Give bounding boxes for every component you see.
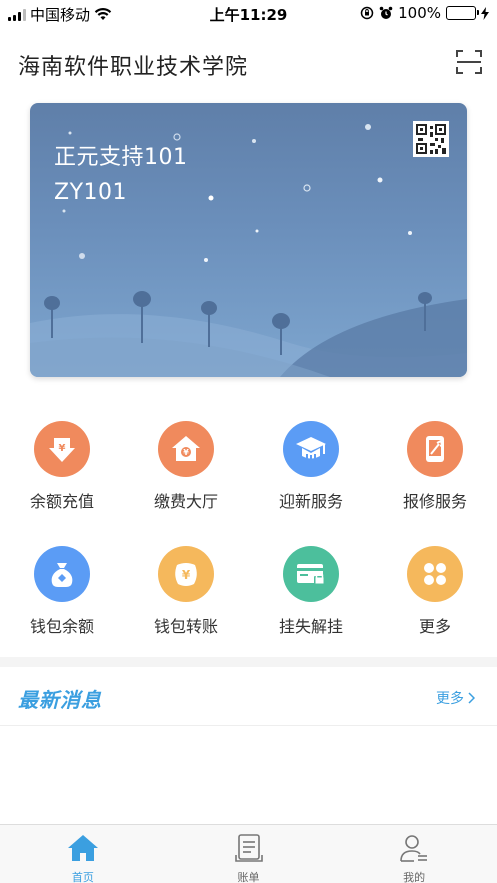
app-header: 海南软件职业技术学院: [0, 40, 497, 86]
service-repair[interactable]: 报修服务: [373, 408, 497, 518]
tab-label: 我的: [403, 871, 426, 883]
service-recharge[interactable]: ¥ 余额充值: [0, 408, 124, 518]
repair-icon: [407, 421, 463, 477]
campus-card[interactable]: 正元支持101 ZY101: [30, 103, 467, 377]
alarm-icon: [379, 6, 393, 19]
svg-text:¥: ¥: [59, 443, 66, 454]
service-wallet-balance[interactable]: 钱包余额: [0, 533, 124, 643]
tab-bill[interactable]: 账单: [166, 825, 332, 883]
status-right: 100%: [360, 4, 489, 22]
profile-icon: [400, 835, 428, 862]
card-id: ZY101: [54, 180, 128, 205]
service-orientation[interactable]: 迎新服务: [249, 408, 373, 518]
tab-label: 首页: [71, 871, 94, 883]
page-title: 海南软件职业技术学院: [18, 55, 249, 80]
wallet-transfer-icon: ¥: [158, 546, 214, 602]
scan-button[interactable]: [455, 48, 483, 76]
svg-text:¥: ¥: [182, 568, 191, 582]
service-payment-hall[interactable]: ¥ 缴费大厅: [124, 408, 248, 518]
recharge-icon: ¥: [34, 421, 90, 477]
rotation-lock-icon: [360, 6, 374, 20]
wallet-balance-icon: [34, 546, 90, 602]
service-wallet-transfer[interactable]: ¥ 钱包转账: [124, 533, 248, 643]
tab-label: 账单: [237, 871, 260, 883]
bill-icon: [234, 834, 263, 862]
battery-icon: [446, 6, 479, 20]
bottom-tab-bar: 首页 账单 我的: [0, 824, 497, 883]
status-bar: 中国移动 上午11:29 100%: [0, 0, 497, 26]
service-card-lock[interactable]: 挂失解挂: [249, 533, 373, 643]
news-title: 最新消息: [18, 688, 102, 712]
service-label: 钱包余额: [29, 617, 94, 636]
service-label: 更多: [418, 617, 451, 636]
service-label: 钱包转账: [153, 617, 218, 636]
svg-text:¥: ¥: [183, 448, 189, 457]
news-section-header: 最新消息 更多: [0, 668, 497, 726]
qr-code-button[interactable]: [413, 121, 449, 157]
service-more[interactable]: 更多: [373, 533, 497, 643]
service-label: 报修服务: [402, 492, 467, 511]
graduation-cap-icon: [283, 421, 339, 477]
card-lock-icon: [283, 546, 339, 602]
service-label: 迎新服务: [278, 492, 343, 511]
qr-code-icon: [416, 124, 446, 154]
tab-home[interactable]: 首页: [0, 825, 166, 883]
battery-percent: 100%: [398, 4, 441, 22]
chevron-right-icon: [468, 692, 475, 704]
service-label: 余额充值: [29, 492, 94, 511]
card-holder-name: 正元支持101: [54, 145, 188, 170]
section-divider: [0, 657, 497, 667]
service-label: 缴费大厅: [153, 492, 218, 511]
tab-profile[interactable]: 我的: [331, 825, 497, 883]
service-label: 挂失解挂: [278, 617, 343, 636]
payment-hall-icon: ¥: [158, 421, 214, 477]
home-icon: [67, 835, 98, 861]
more-icon: [407, 546, 463, 602]
scan-icon: [456, 50, 482, 74]
news-more-link[interactable]: 更多: [436, 688, 475, 708]
charging-icon: [481, 6, 489, 20]
news-more-label: 更多: [436, 691, 464, 707]
